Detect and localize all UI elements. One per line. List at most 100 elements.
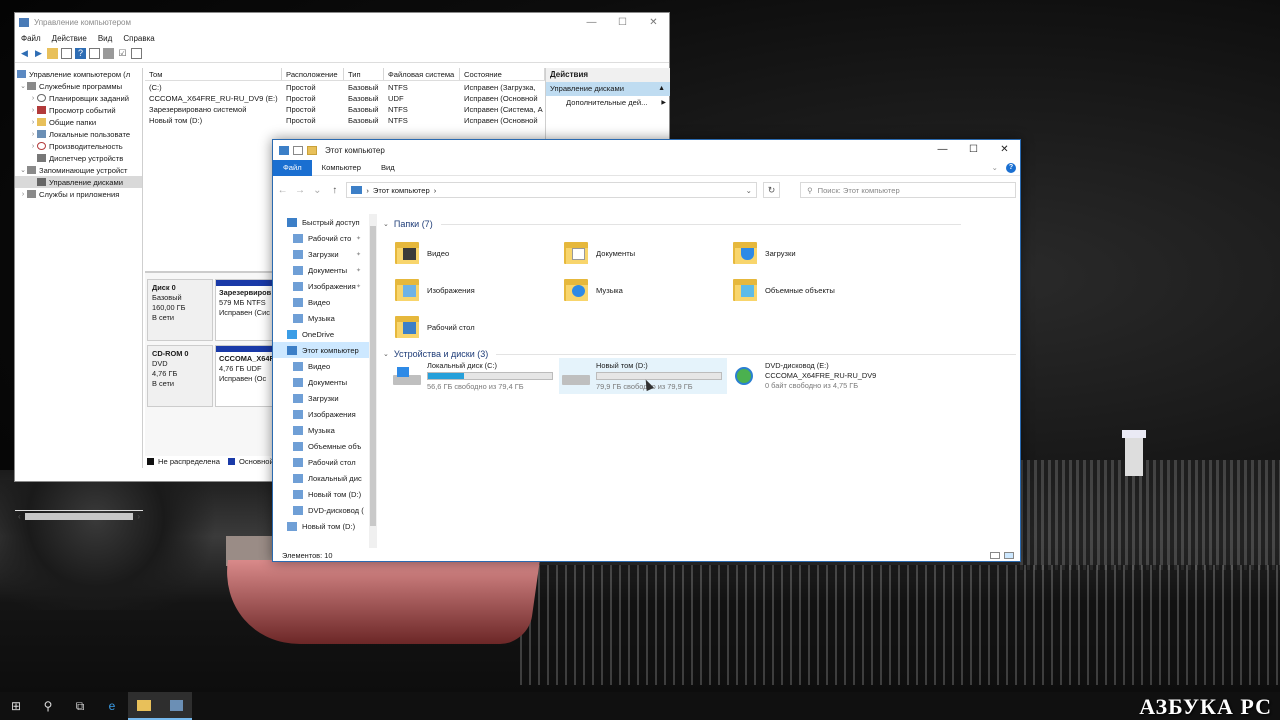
details-view-icon[interactable] (990, 551, 1000, 559)
nav-item[interactable]: Новый том (D:) (273, 518, 369, 534)
chevron-right-icon[interactable]: › (29, 119, 37, 126)
edge-browser-icon[interactable]: e (96, 692, 128, 720)
chevron-right-icon[interactable]: › (29, 131, 37, 138)
search-icon[interactable]: ⚲ (32, 692, 64, 720)
chevron-down-icon[interactable]: ⌄ (383, 220, 389, 228)
drive-e[interactable]: DVD-дисковод (E:) CCCOMA_X64FRE_RU-RU_DV… (728, 358, 896, 394)
forward-arrow-icon[interactable]: ▶ (33, 48, 44, 59)
close-icon[interactable]: ✕ (638, 13, 669, 31)
task-view-icon[interactable]: ⧉ (64, 692, 96, 720)
tab-computer[interactable]: Компьютер (312, 160, 371, 176)
nav-item[interactable]: DVD-дисковод ( (273, 502, 369, 518)
menu-view[interactable]: Вид (98, 34, 112, 43)
minimize-icon[interactable]: — (927, 140, 958, 158)
forward-arrow-icon[interactable]: → (294, 185, 305, 196)
nav-item[interactable]: Локальный дис (273, 470, 369, 486)
chevron-down-icon[interactable]: ⌄ (383, 350, 389, 358)
pin-icon[interactable]: ✦ (356, 283, 361, 290)
folders-group-header[interactable]: ⌄ Папки (7) (383, 217, 961, 231)
address-bar[interactable]: › Этот компьютер › ⌄ (346, 182, 757, 198)
chevron-right-icon[interactable]: › (29, 107, 37, 114)
drive-c[interactable]: Локальный диск (C:) 56,6 ГБ свободно из … (390, 358, 558, 394)
computer-management-taskbar-icon[interactable] (160, 692, 192, 720)
nav-item[interactable]: Изображения ✦ (273, 278, 369, 294)
tree-services-apps[interactable]: › Службы и приложения (15, 188, 142, 200)
file-explorer-icon[interactable] (128, 692, 160, 720)
chevron-right-icon[interactable]: › (29, 143, 37, 150)
nav-item[interactable]: Загрузки (273, 390, 369, 406)
disk-icon[interactable] (103, 48, 114, 59)
chevron-down-icon[interactable]: ⌄ (19, 166, 27, 174)
back-arrow-icon[interactable]: ◀ (19, 48, 30, 59)
chevron-right-icon[interactable]: › (19, 191, 27, 198)
chevron-right-icon[interactable]: › (29, 95, 37, 102)
scroll-left-icon[interactable]: ‹ (18, 512, 21, 521)
folder-music[interactable]: Музыка (564, 273, 732, 307)
pin-icon[interactable]: ✦ (356, 267, 361, 274)
tree-storage[interactable]: ⌄ Запоминающие устройст (15, 164, 142, 176)
nav-item[interactable]: Документы ✦ (273, 262, 369, 278)
column-volume[interactable]: Том (145, 68, 282, 80)
nav-item[interactable]: OneDrive (273, 326, 369, 342)
column-layout[interactable]: Расположение (282, 68, 344, 80)
scroll-thumb[interactable] (24, 513, 134, 520)
folder-pictures[interactable]: Изображения (395, 273, 563, 307)
console-tree-icon[interactable] (61, 48, 72, 59)
nav-item[interactable]: Документы (273, 374, 369, 390)
menu-action[interactable]: Действие (52, 34, 87, 43)
nav-item[interactable]: Загрузки ✦ (273, 246, 369, 262)
menu-help[interactable]: Справка (123, 34, 154, 43)
disk-label[interactable]: Диск 0 Базовый 160,00 ГБ В сети (147, 279, 213, 341)
pin-icon[interactable]: ✦ (356, 235, 361, 242)
cm-titlebar[interactable]: Управление компьютером — ☐ ✕ (15, 13, 669, 31)
tree-task-scheduler[interactable]: › Планировщик заданий (15, 92, 142, 104)
chevron-down-icon[interactable]: ⌄ (746, 186, 752, 195)
table-row[interactable]: (C:) Простой Базовый NTFS Исправен (Загр… (145, 82, 545, 93)
nav-item[interactable]: Рабочий стол (273, 454, 369, 470)
maximize-icon[interactable]: ☐ (607, 13, 638, 31)
disk-label[interactable]: CD-ROM 0 DVD 4,76 ГБ В сети (147, 345, 213, 407)
folder-3d-objects[interactable]: Объемные объекты (733, 273, 901, 307)
nav-item[interactable]: Видео (273, 294, 369, 310)
tree-performance[interactable]: › Производительность (15, 140, 142, 152)
tab-view[interactable]: Вид (371, 160, 405, 176)
help-icon[interactable]: ? (1006, 162, 1016, 173)
chevron-down-icon[interactable]: ⌄ (19, 82, 27, 90)
scroll-thumb[interactable] (370, 226, 376, 526)
up-arrow-icon[interactable]: ↑ (329, 185, 340, 196)
tab-file[interactable]: Файл (273, 159, 312, 176)
nav-item[interactable]: Рабочий сто ✦ (273, 230, 369, 246)
up-folder-icon[interactable] (47, 48, 58, 59)
tree-device-manager[interactable]: Диспетчер устройств (15, 152, 142, 164)
pc-icon[interactable] (279, 145, 289, 155)
help-icon[interactable]: ? (75, 48, 86, 59)
menu-file[interactable]: Файл (21, 34, 41, 43)
properties-icon[interactable] (293, 145, 303, 155)
close-icon[interactable]: ✕ (989, 140, 1020, 158)
nav-item[interactable]: Новый том (D:) (273, 486, 369, 502)
refresh-icon[interactable]: ↻ (762, 182, 781, 198)
scroll-right-icon[interactable]: › (137, 512, 140, 521)
nav-item[interactable]: Изображения (273, 406, 369, 422)
folder-videos[interactable]: Видео (395, 236, 563, 270)
check-icon[interactable]: ☑ (117, 48, 128, 59)
minimize-icon[interactable]: — (576, 13, 607, 31)
search-input[interactable]: ⚲ Поиск: Этот компьютер (800, 182, 1017, 198)
tree-root[interactable]: Управление компьютером (л (15, 68, 142, 80)
folder-desktop[interactable]: Рабочий стол (395, 310, 563, 344)
column-status[interactable]: Состояние (460, 68, 545, 80)
table-row[interactable]: Зарезервировано системой Простой Базовый… (145, 104, 545, 115)
column-type[interactable]: Тип (344, 68, 384, 80)
breadcrumb-separator-icon[interactable]: › (366, 186, 369, 195)
new-folder-icon[interactable] (307, 145, 317, 155)
maximize-icon[interactable]: ☐ (958, 140, 989, 158)
breadcrumb-separator-icon[interactable]: › (434, 186, 437, 195)
tree-system-tools[interactable]: ⌄ Служебные программы (15, 80, 142, 92)
properties-icon[interactable] (89, 48, 100, 59)
table-row[interactable]: Новый том (D:) Простой Базовый NTFS Испр… (145, 115, 545, 126)
breadcrumb[interactable]: Этот компьютер (373, 186, 430, 195)
drive-d[interactable]: Новый том (D:) 79,9 ГБ свободно из 79,9 … (559, 358, 727, 394)
folder-downloads[interactable]: Загрузки (733, 236, 901, 270)
back-arrow-icon[interactable]: ← (277, 185, 288, 196)
tree-local-users[interactable]: › Локальные пользовате (15, 128, 142, 140)
